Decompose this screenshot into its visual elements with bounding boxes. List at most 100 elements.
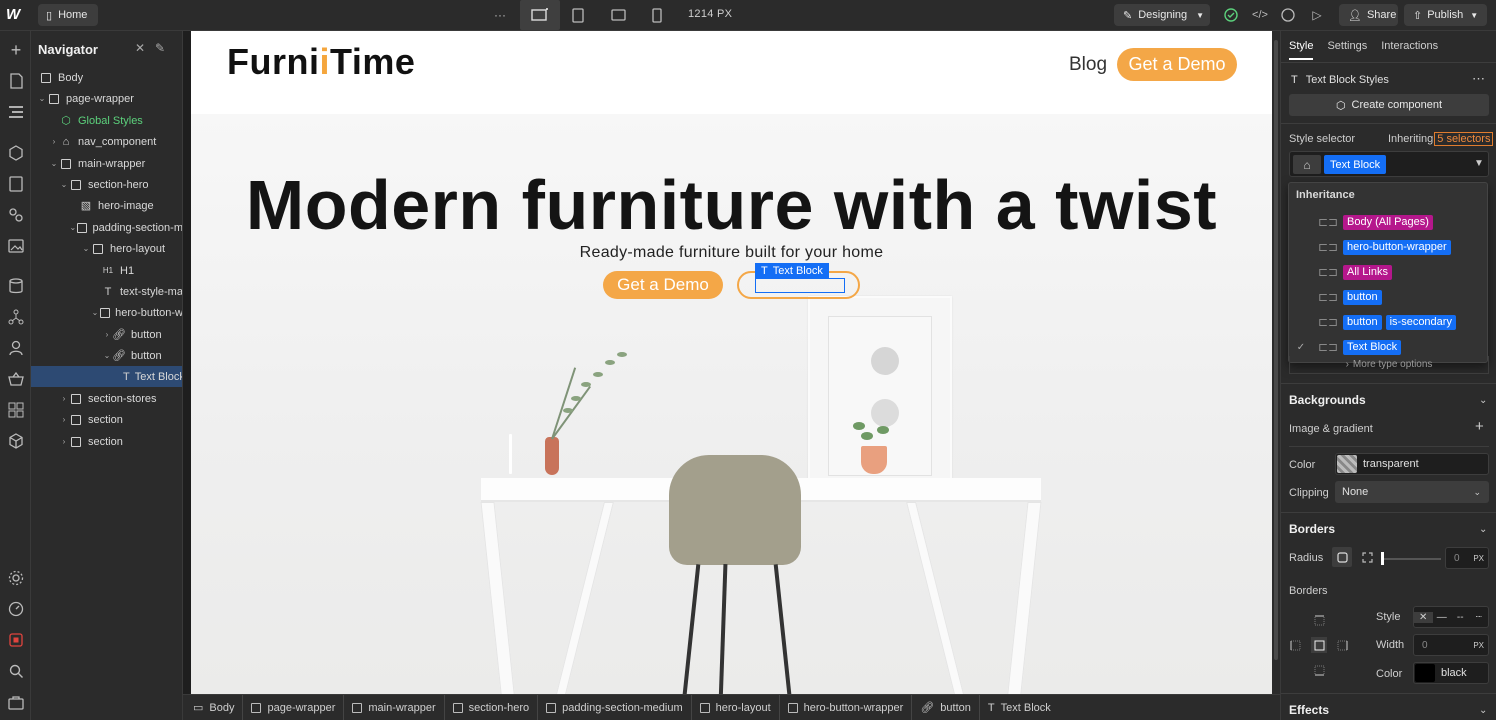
chevron-down-icon[interactable]: ⌄ <box>1479 524 1487 535</box>
page-selector-button[interactable]: ▯ Home <box>38 4 98 26</box>
desktop-breakpoint-icon[interactable] <box>520 0 560 30</box>
more-options-icon[interactable]: ⋯ <box>1472 71 1485 87</box>
tree-item[interactable]: ⌄ 🔗︎ button <box>31 345 182 366</box>
inheritance-row[interactable]: ⊏⊐ Body (All Pages) <box>1289 211 1489 233</box>
breadcrumb-item[interactable]: hero-layout <box>699 694 780 720</box>
publish-button[interactable]: ⇧ Publish ▼ <box>1404 4 1487 26</box>
code-icon[interactable]: </> <box>1250 5 1270 25</box>
border-all-icon[interactable] <box>1311 637 1327 653</box>
chevron-down-icon[interactable]: ⌄ <box>49 159 59 168</box>
border-left-icon[interactable] <box>1287 637 1303 653</box>
help-icon[interactable] <box>6 693 26 713</box>
border-right-icon[interactable] <box>1334 637 1350 653</box>
inheritance-row[interactable]: ⊏⊐ hero-button-wrapper <box>1289 236 1489 258</box>
chevron-down-icon[interactable]: ⌄ <box>102 351 112 360</box>
pin-icon[interactable]: ✎ <box>155 41 165 55</box>
tree-item[interactable]: ⬡ Global Styles <box>31 110 182 131</box>
chevron-down-icon[interactable]: ⌄ <box>37 94 47 103</box>
border-style-options[interactable]: ✕ — ‐‐ ┈ <box>1413 606 1489 628</box>
style-selector-input[interactable]: ⌂ Text Block ▼ <box>1289 151 1489 177</box>
header-cta-button[interactable]: Get a Demo <box>1117 48 1237 81</box>
chevron-down-icon[interactable]: ▼ <box>1474 158 1484 169</box>
navigator-icon[interactable] <box>6 102 26 122</box>
tree-item[interactable]: ⌄ main-wrapper <box>31 153 182 174</box>
chevron-down-icon[interactable]: ⌄ <box>81 244 91 253</box>
radius-individual-icon[interactable] <box>1357 547 1377 567</box>
nav-link-blog[interactable]: Blog <box>1069 54 1107 76</box>
tree-item[interactable]: ▧ hero-image <box>31 195 182 216</box>
breadcrumb-item[interactable]: page-wrapper <box>251 694 345 720</box>
tree-item[interactable]: Ttext-style-ma <box>31 281 182 302</box>
more-icon[interactable]: ··· <box>490 5 510 25</box>
tree-item[interactable]: Body <box>31 67 182 88</box>
more-type-options[interactable]: › More type options <box>1289 356 1489 374</box>
site-logo[interactable]: FurniiTime <box>227 41 415 83</box>
hero-heading[interactable]: Modern furniture with a twist <box>191 165 1272 245</box>
tablet-breakpoint-icon[interactable] <box>568 5 588 25</box>
hero-subtitle[interactable]: Ready-made furniture built for your home <box>191 244 1272 262</box>
chevron-down-icon[interactable]: ⌄ <box>59 180 69 189</box>
share-button[interactable]: 👤︎ Share <box>1339 4 1398 26</box>
color-swatch[interactable] <box>1415 664 1435 682</box>
breadcrumb-item[interactable]: hero-button-wrapper <box>787 694 913 720</box>
inheritance-row[interactable]: ⊏⊐ button <box>1289 286 1489 308</box>
selector-state-icon[interactable]: ⌂ <box>1293 155 1321 174</box>
audit-icon[interactable] <box>6 599 26 619</box>
radius-all-icon[interactable] <box>1332 547 1352 567</box>
add-icon[interactable]: + <box>1475 418 1484 435</box>
components-icon[interactable] <box>6 143 26 163</box>
tree-item[interactable]: H1 H1 <box>31 260 182 281</box>
pages-icon[interactable] <box>6 71 26 91</box>
record-icon[interactable] <box>6 630 26 650</box>
create-component-button[interactable]: ⬡ Create component <box>1289 94 1489 116</box>
inheritance-row[interactable]: ⊏⊐ All Links <box>1289 261 1489 283</box>
breadcrumb-item[interactable]: main-wrapper <box>352 694 445 720</box>
border-dashed-icon[interactable]: ‐‐ <box>1451 612 1470 623</box>
tree-item[interactable]: › 🔗︎ button <box>31 324 182 345</box>
border-color-field[interactable]: black <box>1413 662 1489 684</box>
chevron-down-icon[interactable]: ⌄ <box>1479 705 1487 716</box>
apps-icon[interactable] <box>6 400 26 420</box>
webflow-logo[interactable]: W <box>6 6 26 24</box>
tree-item[interactable]: ⌄ hero-layout <box>31 238 182 259</box>
libraries-icon[interactable] <box>6 431 26 451</box>
mobile-landscape-icon[interactable] <box>608 5 628 25</box>
borders-heading[interactable]: Borders <box>1289 522 1335 536</box>
settings-gear-icon[interactable] <box>6 568 26 588</box>
border-width-input[interactable]: 0 PX <box>1413 634 1489 656</box>
add-icon[interactable]: + <box>6 40 26 60</box>
collapse-icon[interactable]: ✕ <box>135 41 145 55</box>
tree-item[interactable]: ⌄ hero-button-w <box>31 302 182 323</box>
effects-heading[interactable]: Effects <box>1289 703 1329 717</box>
tab-style[interactable]: Style <box>1289 40 1314 60</box>
tree-item[interactable]: › section <box>31 409 182 430</box>
chevron-right-icon[interactable]: › <box>102 330 112 339</box>
comments-icon[interactable] <box>1278 5 1298 25</box>
radius-slider-handle[interactable] <box>1381 552 1384 565</box>
canvas-scroll-thumb[interactable] <box>1274 40 1278 660</box>
color-swatch[interactable] <box>1337 455 1357 473</box>
inheritance-row[interactable]: ✓ ⊏⊐ Text Block <box>1289 336 1489 358</box>
cms-icon[interactable] <box>6 174 26 194</box>
breadcrumb-item[interactable]: T Text Block <box>988 695 1059 720</box>
tree-item[interactable]: ⌄ section-hero <box>31 174 182 195</box>
breadcrumb-item[interactable]: 🔗︎ button <box>920 694 980 720</box>
inheriting-count-badge[interactable]: 5 selectors <box>1434 132 1494 146</box>
check-status-icon[interactable] <box>1221 5 1241 25</box>
chevron-right-icon[interactable]: › <box>49 137 59 146</box>
selected-text-block[interactable] <box>755 278 845 293</box>
border-none-icon[interactable]: ✕ <box>1414 611 1433 623</box>
inheritance-row[interactable]: ⊏⊐ button is-secondary <box>1289 311 1489 333</box>
tree-item[interactable]: › section <box>31 431 182 452</box>
tree-item[interactable]: › section-stores <box>31 388 182 409</box>
border-bottom-icon[interactable] <box>1311 662 1327 678</box>
tab-settings[interactable]: Settings <box>1327 40 1367 60</box>
ecommerce-icon[interactable] <box>6 369 26 389</box>
breadcrumb-item[interactable]: padding-section-medium <box>546 694 692 720</box>
users-icon[interactable] <box>6 338 26 358</box>
border-top-icon[interactable] <box>1311 612 1327 628</box>
selector-chip[interactable]: Text Block <box>1324 155 1387 174</box>
logic-icon[interactable] <box>6 307 26 327</box>
breadcrumb-item[interactable]: ▭ Body <box>193 694 244 720</box>
chevron-down-icon[interactable]: ⌄ <box>69 223 77 232</box>
